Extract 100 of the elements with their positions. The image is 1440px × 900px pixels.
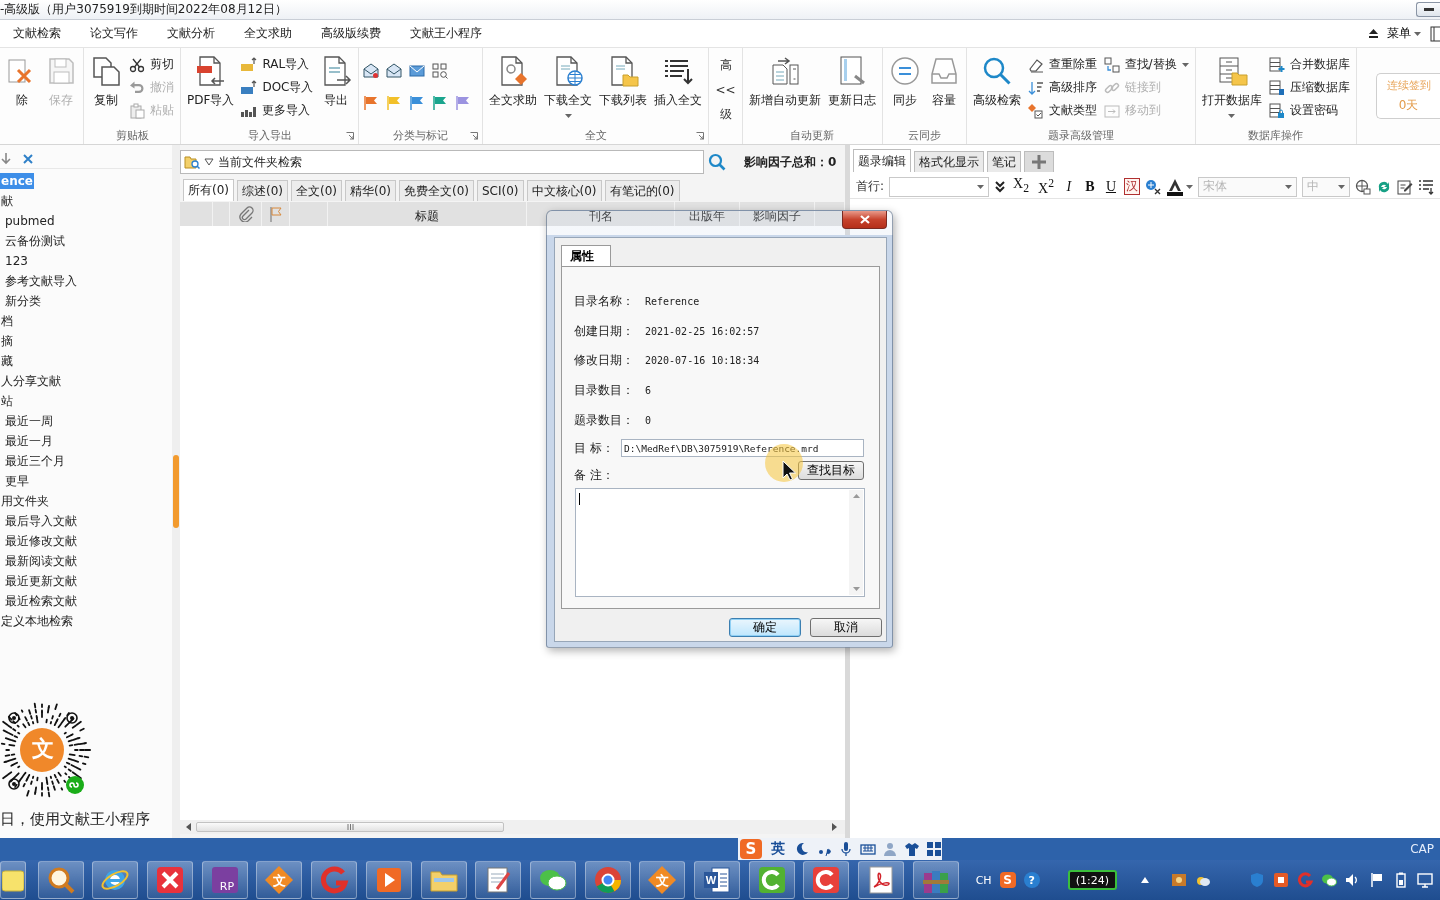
double-down-arrow-icon[interactable] — [994, 180, 1007, 193]
tree-item[interactable]: 更早 — [4, 473, 30, 489]
language-indicator[interactable]: CH — [975, 873, 992, 887]
panel-icon[interactable] — [1430, 25, 1440, 42]
tree-item[interactable]: 人分享文献 — [0, 373, 62, 389]
tree-item[interactable]: 档 — [0, 313, 14, 329]
dialog-launcher-icon[interactable] — [696, 132, 705, 140]
font-color-icon[interactable] — [1165, 177, 1184, 196]
dialog-tab[interactable]: 属性 — [561, 245, 611, 266]
ribbon-button[interactable]: 高级检索 — [970, 53, 1023, 111]
menu-item[interactable]: 文献王小程序 — [404, 21, 488, 46]
tree-item[interactable]: 123 — [4, 253, 29, 269]
tree-item[interactable]: 最近修改文献 — [4, 533, 78, 549]
timer-badge[interactable]: (1:24) — [1067, 870, 1117, 890]
tree-item[interactable]: 最近一月 — [4, 433, 54, 449]
filter-tab[interactable]: 免费全文(0) — [399, 180, 474, 201]
target-path-field[interactable]: D:\MedRef\DB\3075919\Reference.mrd — [621, 439, 864, 457]
ribbon-button[interactable]: 剪切 — [127, 53, 176, 76]
add-tab-button[interactable] — [1024, 151, 1054, 172]
tree-item[interactable]: 最近一周 — [4, 413, 54, 429]
filter-tab[interactable]: 所有(0) — [183, 179, 234, 201]
expand-group-button[interactable]: 高 << 级 — [713, 53, 738, 127]
filter-tab[interactable]: SCI(0) — [477, 180, 524, 201]
ribbon-button[interactable]: 设置密码 — [1266, 99, 1352, 122]
menu-item[interactable]: 全文求助 — [238, 21, 298, 46]
ribbon-button[interactable]: 新增自动更新 — [746, 53, 823, 111]
filter-tab[interactable]: 有笔记的(0) — [604, 180, 680, 201]
scroll-left-icon[interactable] — [186, 823, 192, 831]
filter-tab[interactable]: 全文(0) — [291, 180, 342, 201]
taskbar-button[interactable] — [858, 861, 904, 899]
taskbar-button[interactable] — [748, 861, 795, 899]
ribbon-button[interactable]: 高级排序 — [1025, 76, 1099, 99]
close-icon[interactable] — [23, 154, 33, 164]
menu-button[interactable]: 菜单 — [1384, 23, 1424, 44]
taskbar-button[interactable]: W — [693, 861, 740, 899]
shirt-icon[interactable] — [904, 841, 920, 857]
ribbon-button[interactable]: PDF导入 — [185, 53, 237, 111]
tree-item[interactable]: 最近检索文献 — [4, 593, 78, 609]
scroll-right-icon[interactable] — [831, 823, 837, 831]
ribbon-button[interactable]: 查重除重 — [1025, 53, 1099, 76]
editor-tab[interactable]: 题录编辑 — [853, 149, 911, 172]
tree-item[interactable]: 定义本地检索 — [0, 613, 74, 629]
ribbon-button[interactable]: 导出 — [318, 53, 355, 111]
ribbon-button[interactable]: 合并数据库 — [1266, 53, 1352, 76]
edit-icon[interactable] — [1396, 178, 1413, 195]
tree-item[interactable]: 最近更新文献 — [4, 573, 78, 589]
scrollbar[interactable] — [180, 820, 845, 834]
tree-item[interactable]: 藏 — [0, 353, 14, 369]
taskbar-button[interactable] — [311, 861, 358, 899]
scroll-up-icon[interactable] — [852, 494, 860, 498]
ribbon-button[interactable]: 容量 — [925, 53, 962, 111]
moon-icon[interactable] — [794, 841, 810, 857]
taskbar-button[interactable] — [584, 861, 631, 899]
taskbar-button[interactable] — [912, 861, 959, 899]
square-tile-icon[interactable] — [1272, 872, 1289, 888]
tree-item[interactable]: 摘 — [0, 333, 14, 349]
ribbon-button[interactable]: DOC导入 — [239, 76, 316, 99]
tree-item[interactable]: 用文件夹 — [0, 493, 50, 509]
taskbar-button[interactable] — [0, 861, 26, 899]
close-button[interactable] — [842, 211, 887, 229]
scroll-down-icon[interactable] — [852, 587, 860, 591]
tree-item[interactable]: 参考文献导入 — [4, 273, 78, 289]
ribbon-button[interactable]: 除 — [4, 53, 40, 111]
down-arrow-icon[interactable] — [1, 153, 11, 165]
chat-bubbles-icon[interactable] — [1320, 872, 1337, 888]
underline-button[interactable]: U — [1102, 177, 1119, 196]
paperclip-icon[interactable] — [237, 206, 254, 222]
taskbar-button[interactable] — [420, 861, 467, 899]
search-icon[interactable] — [708, 153, 726, 171]
flag-icon[interactable] — [1368, 872, 1385, 888]
ribbon-button[interactable]: 插入全文 — [652, 53, 705, 111]
help-button[interactable]: ? — [1023, 872, 1040, 888]
ribbon-button[interactable]: 压缩数据库 — [1266, 76, 1352, 99]
chinese-toggle-button[interactable]: 汉 — [1123, 178, 1140, 195]
envelope-icon[interactable] — [363, 63, 380, 79]
flag-icon[interactable] — [409, 95, 426, 111]
tree-item[interactable]: 最后导入文献 — [4, 513, 78, 529]
envelope-icon[interactable] — [409, 63, 426, 79]
ribbon-button[interactable]: 文献类型 — [1025, 99, 1099, 122]
ribbon-button[interactable]: 打开数据库 — [1199, 53, 1264, 120]
expand-tray-icon[interactable] — [1140, 877, 1149, 883]
ribbon-button[interactable]: 全文求助 — [487, 53, 540, 111]
note-field[interactable] — [575, 488, 865, 597]
filter-tab[interactable]: 精华(0) — [345, 180, 396, 201]
dialog-button[interactable]: 取消 — [810, 618, 882, 637]
scrollbar[interactable] — [849, 490, 863, 595]
taskbar-button[interactable]: RP — [201, 861, 248, 899]
taskbar-button[interactable] — [365, 861, 412, 899]
tree-item[interactable]: 站 — [0, 393, 14, 409]
taskbar-button[interactable] — [92, 861, 139, 899]
dialog-launcher-icon[interactable] — [346, 132, 355, 140]
tree-item[interactable]: 最新阅读文献 — [4, 553, 78, 569]
filter-tab[interactable]: 中文核心(0) — [526, 180, 602, 201]
ribbon-button[interactable]: 更多导入 — [239, 99, 316, 122]
tree-item[interactable]: 献 — [0, 193, 14, 209]
ribbon-button[interactable]: 下载全文 — [542, 53, 595, 120]
editor-tab[interactable]: 笔记 — [987, 151, 1021, 172]
dialog-button[interactable]: 确定 — [729, 618, 801, 637]
ribbon-button[interactable]: 下载列表 — [597, 53, 650, 111]
taskbar-button[interactable] — [803, 861, 850, 899]
